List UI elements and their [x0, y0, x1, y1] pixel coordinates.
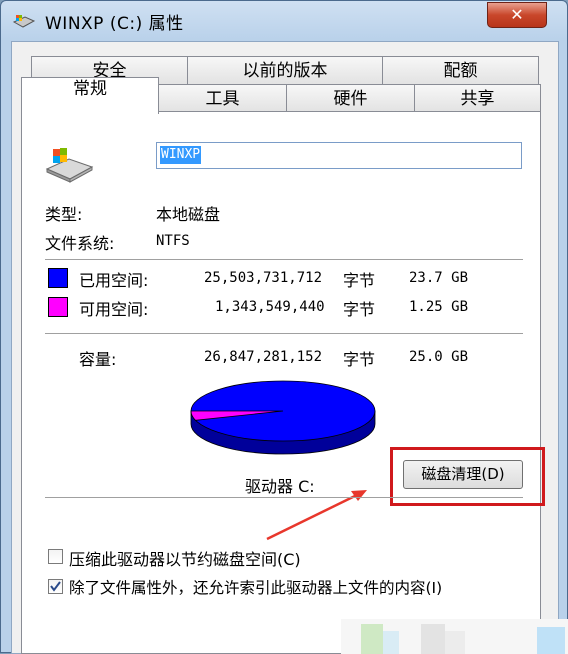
- compress-checkbox-label[interactable]: 压缩此驱动器以节约磁盘空间(C): [69, 546, 301, 570]
- free-space-label: 可用空间:: [79, 300, 149, 319]
- capacity-unit: 字节: [343, 350, 376, 369]
- hard-drive-icon: [45, 148, 94, 183]
- tab-hardware[interactable]: 硬件: [286, 84, 415, 114]
- used-space-size: 23.7 GB: [409, 270, 469, 286]
- filesystem-label: 文件系统:: [45, 234, 115, 253]
- drive-name-input[interactable]: WINXP: [156, 142, 522, 169]
- drive-icon: [13, 15, 35, 28]
- filesystem-value: NTFS: [156, 233, 190, 249]
- close-button[interactable]: ✕: [487, 2, 547, 28]
- title-bar[interactable]: WINXP (C:) 属性 ✕: [1, 1, 567, 41]
- index-checkbox[interactable]: [48, 579, 63, 594]
- used-space-bytes: 25,503,731,712: [204, 270, 323, 286]
- free-space-bytes: 1,343,549,440: [215, 299, 325, 315]
- tab-label: 工具: [205, 89, 240, 109]
- divider: [45, 333, 523, 334]
- tab-label: 共享: [460, 89, 495, 109]
- type-label: 类型:: [45, 205, 83, 224]
- used-space-unit: 字节: [343, 271, 376, 290]
- compress-checkbox[interactable]: [48, 549, 63, 564]
- tab-quota[interactable]: 配额: [382, 56, 539, 86]
- free-space-unit: 字节: [343, 300, 376, 319]
- tab-sharing[interactable]: 共享: [414, 84, 541, 114]
- window-title: WINXP (C:) 属性: [45, 14, 184, 34]
- divider: [45, 497, 523, 498]
- close-icon: ✕: [510, 5, 524, 24]
- capacity-label: 容量:: [79, 350, 117, 369]
- index-checkbox-label[interactable]: 除了文件属性外，还允许索引此驱动器上文件的内容(I): [69, 576, 442, 598]
- capacity-bytes: 26,847,281,152: [204, 349, 323, 365]
- drive-name-value: WINXP: [160, 146, 202, 164]
- tab-tools[interactable]: 工具: [158, 84, 287, 114]
- properties-window: WINXP (C:) 属性 ✕ 安全 以前的版本 配额 常规 工具 硬件 共享 …: [0, 0, 568, 654]
- used-space-label: 已用空间:: [79, 271, 149, 290]
- disk-usage-pie: [190, 380, 376, 455]
- free-space-size: 1.25 GB: [409, 299, 469, 315]
- disk-cleanup-button[interactable]: 磁盘清理(D): [403, 460, 523, 489]
- desktop-background: [341, 619, 568, 654]
- tab-label: 硬件: [333, 89, 368, 109]
- type-value: 本地磁盘: [156, 205, 221, 224]
- tab-label: 以前的版本: [242, 61, 328, 81]
- tab-general[interactable]: 常规: [21, 77, 159, 114]
- checkmark-icon: [50, 581, 61, 592]
- annotation-arrow-icon: [266, 490, 367, 541]
- tab-previous-versions[interactable]: 以前的版本: [187, 56, 383, 86]
- tab-label: 常规: [73, 79, 107, 99]
- tab-label: 配额: [443, 61, 478, 81]
- capacity-size: 25.0 GB: [409, 349, 469, 365]
- used-space-swatch: [48, 268, 68, 288]
- divider: [45, 259, 523, 260]
- free-space-swatch: [48, 297, 68, 317]
